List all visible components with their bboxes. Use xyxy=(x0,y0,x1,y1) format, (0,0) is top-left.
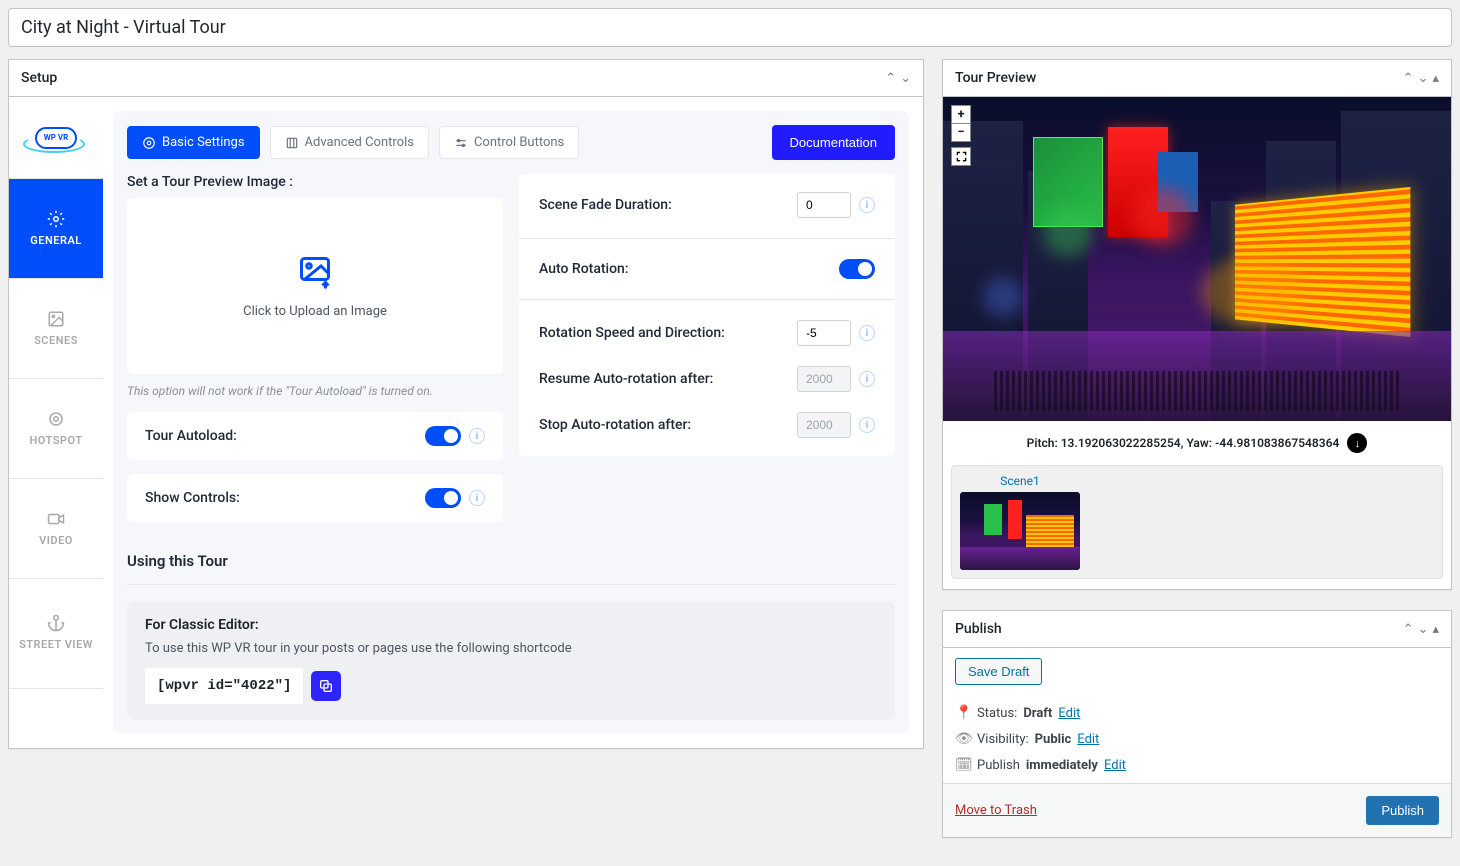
info-icon[interactable]: i xyxy=(859,371,875,387)
scene-thumbnail-strip: Scene1 xyxy=(951,465,1443,579)
fullscreen-icon xyxy=(956,151,967,162)
chevron-up-icon[interactable]: ⌃ xyxy=(1403,71,1414,86)
sliders-icon xyxy=(285,136,299,150)
info-icon[interactable]: i xyxy=(859,417,875,433)
wpvr-logo: WP VR xyxy=(9,97,103,179)
setup-panel: Setup ⌃ ⌄ WP VR xyxy=(8,59,924,749)
publish-panel: Publish ⌃ ⌄ ▴ Save Draft 📍 Status: Draft… xyxy=(942,610,1452,838)
vtab-hotspot[interactable]: HOTSPOT xyxy=(9,379,103,479)
resume-rotation-label: Resume Auto-rotation after: xyxy=(539,371,713,387)
schedule-label: Publish xyxy=(977,758,1020,773)
tour-preview-heading: Tour Preview xyxy=(955,60,1036,96)
target-icon xyxy=(47,410,65,428)
using-tour-heading: Using this Tour xyxy=(127,552,895,585)
stop-rotation-input[interactable] xyxy=(797,412,851,438)
pin-icon: 📍 xyxy=(955,705,971,721)
save-draft-button[interactable]: Save Draft xyxy=(955,658,1042,685)
gear-icon xyxy=(47,210,65,228)
show-controls-label: Show Controls: xyxy=(145,490,240,506)
copy-icon xyxy=(318,678,334,694)
anchor-icon xyxy=(47,614,65,632)
setup-heading: Setup xyxy=(21,60,57,96)
upload-image-box[interactable]: Click to Upload an Image xyxy=(127,198,503,374)
documentation-button[interactable]: Documentation xyxy=(772,125,895,160)
resume-rotation-input[interactable] xyxy=(797,366,851,392)
htab-advanced[interactable]: Advanced Controls xyxy=(270,126,429,159)
caret-up-icon[interactable]: ▴ xyxy=(1432,622,1439,637)
classic-editor-desc: To use this WP VR tour in your posts or … xyxy=(145,641,877,656)
panorama-viewport[interactable]: + − xyxy=(943,97,1451,421)
pitch-yaw-text: Pitch: 13.192063022285254, Yaw: -44.9810… xyxy=(1027,436,1340,450)
upload-hint: This option will not work if the "Tour A… xyxy=(127,384,503,398)
scene-fade-input[interactable] xyxy=(797,192,851,218)
tour-autoload-label: Tour Autoload: xyxy=(145,428,237,444)
upload-image-icon xyxy=(297,254,333,290)
htab-control[interactable]: Control Buttons xyxy=(439,126,579,159)
status-value: Draft xyxy=(1023,706,1052,721)
fullscreen-button[interactable] xyxy=(951,147,971,166)
htab-basic[interactable]: Basic Settings xyxy=(127,126,260,159)
copy-shortcode-button[interactable] xyxy=(311,671,341,701)
edit-status-link[interactable]: Edit xyxy=(1058,706,1080,721)
preview-image-label: Set a Tour Preview Image : xyxy=(127,174,503,190)
scene-thumbnail[interactable] xyxy=(960,492,1080,570)
move-to-trash-link[interactable]: Move to Trash xyxy=(955,803,1037,818)
tour-preview-panel: Tour Preview ⌃ ⌄ ▴ + − xyxy=(942,59,1452,590)
status-label: Status: xyxy=(977,706,1017,721)
caret-up-icon[interactable]: ▴ xyxy=(1432,71,1439,86)
scene-fade-label: Scene Fade Duration: xyxy=(539,197,672,213)
controls-icon xyxy=(454,136,468,150)
shortcode-text: [wpvr id="4022"] xyxy=(145,668,303,704)
scene-thumb-label[interactable]: Scene1 xyxy=(960,474,1080,488)
info-icon[interactable]: i xyxy=(469,490,485,506)
edit-schedule-link[interactable]: Edit xyxy=(1104,758,1126,773)
publish-button[interactable]: Publish xyxy=(1366,796,1439,825)
visibility-value: Public xyxy=(1035,732,1072,747)
chevron-up-icon[interactable]: ⌃ xyxy=(885,71,896,86)
visibility-label: Visibility: xyxy=(977,732,1029,747)
chevron-down-icon[interactable]: ⌄ xyxy=(1418,622,1429,637)
auto-rotation-label: Auto Rotation: xyxy=(539,261,629,277)
show-controls-toggle[interactable] xyxy=(425,488,461,508)
video-icon xyxy=(47,510,65,528)
stop-rotation-label: Stop Auto-rotation after: xyxy=(539,417,691,433)
info-icon[interactable]: i xyxy=(859,197,875,213)
rotation-speed-label: Rotation Speed and Direction: xyxy=(539,325,725,341)
info-icon[interactable]: i xyxy=(859,325,875,341)
tour-autoload-toggle[interactable] xyxy=(425,426,461,446)
classic-editor-heading: For Classic Editor: xyxy=(145,617,877,633)
chevron-down-icon[interactable]: ⌄ xyxy=(900,71,911,86)
vtab-scenes[interactable]: SCENES xyxy=(9,279,103,379)
vtab-video[interactable]: VIDEO xyxy=(9,479,103,579)
chevron-up-icon[interactable]: ⌃ xyxy=(1403,622,1414,637)
info-icon[interactable]: i xyxy=(469,428,485,444)
edit-visibility-link[interactable]: Edit xyxy=(1077,732,1099,747)
calendar-icon: 🗓 xyxy=(955,757,971,773)
auto-rotation-toggle[interactable] xyxy=(839,259,875,279)
vtab-streetview[interactable]: STREET VIEW xyxy=(9,579,103,689)
download-coords-button[interactable]: ↓ xyxy=(1347,433,1367,453)
image-icon xyxy=(47,310,65,328)
schedule-value: immediately xyxy=(1026,758,1098,773)
publish-heading: Publish xyxy=(955,611,1002,647)
rotation-speed-input[interactable] xyxy=(797,320,851,346)
gear-icon xyxy=(142,136,156,150)
chevron-down-icon[interactable]: ⌄ xyxy=(1418,71,1429,86)
zoom-out-button[interactable]: − xyxy=(951,123,971,142)
zoom-in-button[interactable]: + xyxy=(951,105,971,124)
vtab-general[interactable]: GENERAL xyxy=(9,179,103,279)
page-title[interactable]: City at Night - Virtual Tour xyxy=(8,8,1452,47)
eye-icon: 👁 xyxy=(955,731,971,747)
